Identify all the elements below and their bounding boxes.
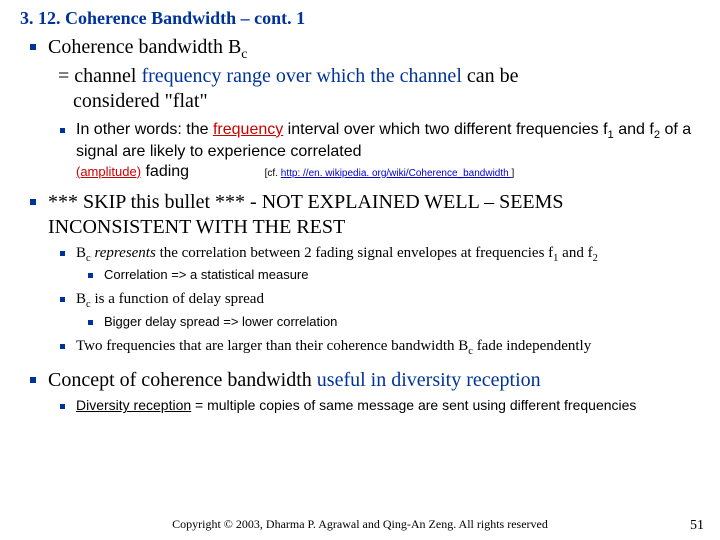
subscript: 2: [593, 253, 598, 264]
bullet-icon: [60, 404, 65, 409]
bullet-concept: Concept of coherence bandwidth useful in…: [20, 368, 700, 415]
text: = multiple copies of same message are se…: [191, 397, 636, 413]
text: interval over which two different freque…: [283, 121, 607, 138]
bullet-bigger-delay: Bigger delay spread => lower correlation: [76, 314, 700, 331]
text: Coherence bandwidth B: [48, 36, 241, 58]
text: and f: [614, 121, 654, 138]
text-emph: frequency range over which the channel: [141, 65, 461, 87]
text-emph: useful in diversity reception: [317, 369, 541, 391]
text: is a function of delay spread: [91, 291, 264, 307]
bullet-coherence-def: Coherence bandwidth Bc = channel frequen…: [20, 35, 700, 182]
text: and f: [558, 245, 592, 261]
bullet-icon: [60, 128, 65, 133]
page-number: 51: [690, 518, 704, 534]
text: fading: [141, 163, 189, 180]
text: represents: [91, 245, 156, 261]
bullet-skip: *** SKIP this bullet *** - NOT EXPLAINED…: [20, 190, 700, 359]
bullet-correlation: Correlation => a statistical measure: [76, 267, 700, 284]
bullet-bc-delay: Bc is a function of delay spread Bigger …: [48, 290, 700, 331]
text: In other words: the: [76, 121, 213, 138]
text-underline: Diversity reception: [76, 397, 191, 413]
text: B: [76, 245, 86, 261]
bullet-icon: [88, 320, 93, 325]
text: Correlation => a statistical measure: [104, 267, 700, 284]
text: can be: [462, 65, 519, 87]
text: considered "flat": [73, 90, 208, 112]
link-wiki[interactable]: http: //en. wikipedia. org/wiki/Coherenc…: [281, 168, 512, 179]
subscript: c: [241, 47, 247, 62]
footer-copyright: Copyright © 2003, Dharma P. Agrawal and …: [0, 517, 720, 532]
bullet-in-other-words: In other words: the frequency interval o…: [48, 120, 700, 182]
text: Concept of coherence bandwidth: [48, 369, 317, 391]
slide-title: 3. 12. Coherence Bandwidth – cont. 1: [20, 8, 700, 29]
text: B: [76, 291, 86, 307]
bullet-icon: [30, 199, 36, 205]
text: fade independently: [473, 338, 591, 354]
citation: [cf. http: //en. wikipedia. org/wiki/Coh…: [265, 168, 515, 179]
bullet-diversity: Diversity reception = multiple copies of…: [48, 397, 700, 415]
bullet-icon: [30, 44, 36, 50]
link-amplitude[interactable]: (amplitude): [76, 164, 141, 179]
bullet-bc-represents: Bc represents the correlation between 2 …: [48, 244, 700, 285]
text: = channel: [58, 65, 141, 87]
bullet-icon: [60, 344, 65, 349]
text: Bigger delay spread => lower correlation: [104, 314, 700, 331]
bullet-icon: [88, 273, 93, 278]
text: the correlation between 2 fading signal …: [156, 245, 553, 261]
bullet-icon: [30, 377, 36, 383]
text: Two frequencies that are larger than the…: [76, 338, 468, 354]
bullet-two-freq: Two frequencies that are larger than the…: [48, 337, 700, 359]
bullet-icon: [60, 251, 65, 256]
bullet-icon: [60, 297, 65, 302]
text: *** SKIP this bullet *** - NOT EXPLAINED…: [48, 190, 700, 240]
link-frequency[interactable]: frequency: [213, 121, 283, 138]
